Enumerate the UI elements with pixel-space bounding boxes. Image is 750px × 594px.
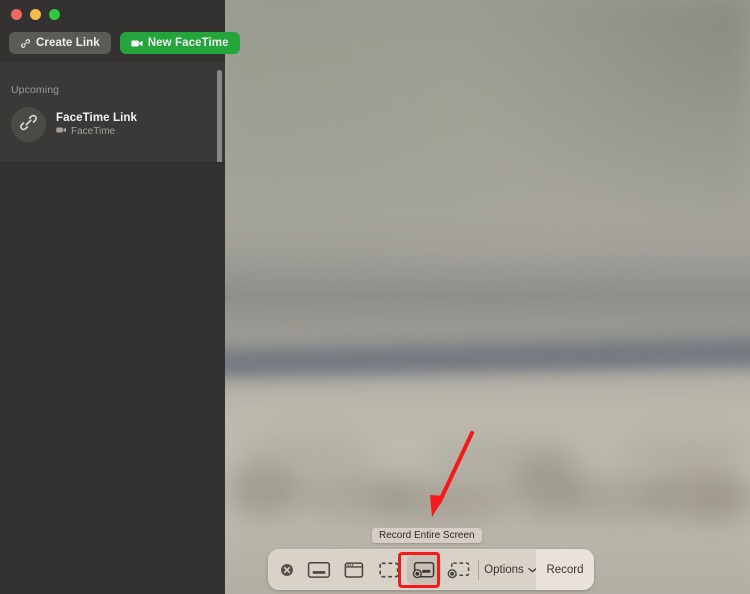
list-item-subtitle: FaceTime	[71, 126, 116, 137]
screenshot-toolbar: Options Record	[268, 549, 594, 590]
minimize-window-button[interactable]	[30, 9, 41, 20]
link-icon	[20, 38, 31, 49]
capture-tool-buttons	[302, 549, 477, 590]
upcoming-section-title: Upcoming	[11, 84, 60, 96]
tooltip-label: Record Entire Screen	[379, 530, 475, 541]
sidebar-scrollbar[interactable]	[217, 70, 222, 170]
record-selected-portion-icon[interactable]	[442, 555, 476, 585]
wallpaper-blur-blob	[227, 462, 301, 518]
new-facetime-label: New FaceTime	[147, 37, 229, 49]
close-window-button[interactable]	[11, 9, 22, 20]
options-button[interactable]: Options	[479, 549, 542, 590]
tooltip: Record Entire Screen	[372, 528, 482, 543]
video-camera-icon	[131, 39, 143, 48]
desktop-wallpaper	[225, 0, 750, 594]
record-entire-screen-icon[interactable]	[407, 554, 441, 585]
sidebar-empty-area	[0, 163, 225, 594]
window-titlebar	[0, 0, 225, 28]
screen: Create Link New FaceTime Upcoming FaceTi…	[0, 0, 750, 594]
capture-selected-window-icon[interactable]	[337, 555, 371, 585]
record-label: Record	[546, 563, 584, 576]
list-item-title: FaceTime Link	[56, 112, 137, 124]
record-button[interactable]: Record	[536, 549, 594, 590]
link-icon	[19, 113, 38, 137]
new-facetime-button[interactable]: New FaceTime	[119, 32, 240, 54]
wallpaper-blur-blob	[615, 436, 750, 466]
capture-selected-portion-icon[interactable]	[372, 555, 406, 585]
avatar	[11, 107, 46, 142]
zoom-window-button[interactable]	[49, 9, 60, 20]
wallpaper-blur-blob	[375, 478, 515, 524]
create-link-button[interactable]: Create Link	[9, 32, 111, 54]
close-x-icon[interactable]	[281, 564, 293, 576]
facetime-window: Create Link New FaceTime Upcoming FaceTi…	[0, 0, 240, 594]
list-item[interactable]: FaceTime Link FaceTime	[11, 107, 137, 142]
list-item-subtitle-row: FaceTime	[56, 126, 137, 137]
video-camera-icon	[56, 126, 67, 137]
capture-entire-screen-icon[interactable]	[302, 555, 336, 585]
traffic-lights	[11, 9, 60, 20]
list-item-texts: FaceTime Link FaceTime	[56, 112, 137, 137]
options-label: Options	[484, 563, 524, 576]
sidebar-action-buttons: Create Link New FaceTime	[9, 32, 240, 54]
create-link-label: Create Link	[36, 37, 100, 49]
